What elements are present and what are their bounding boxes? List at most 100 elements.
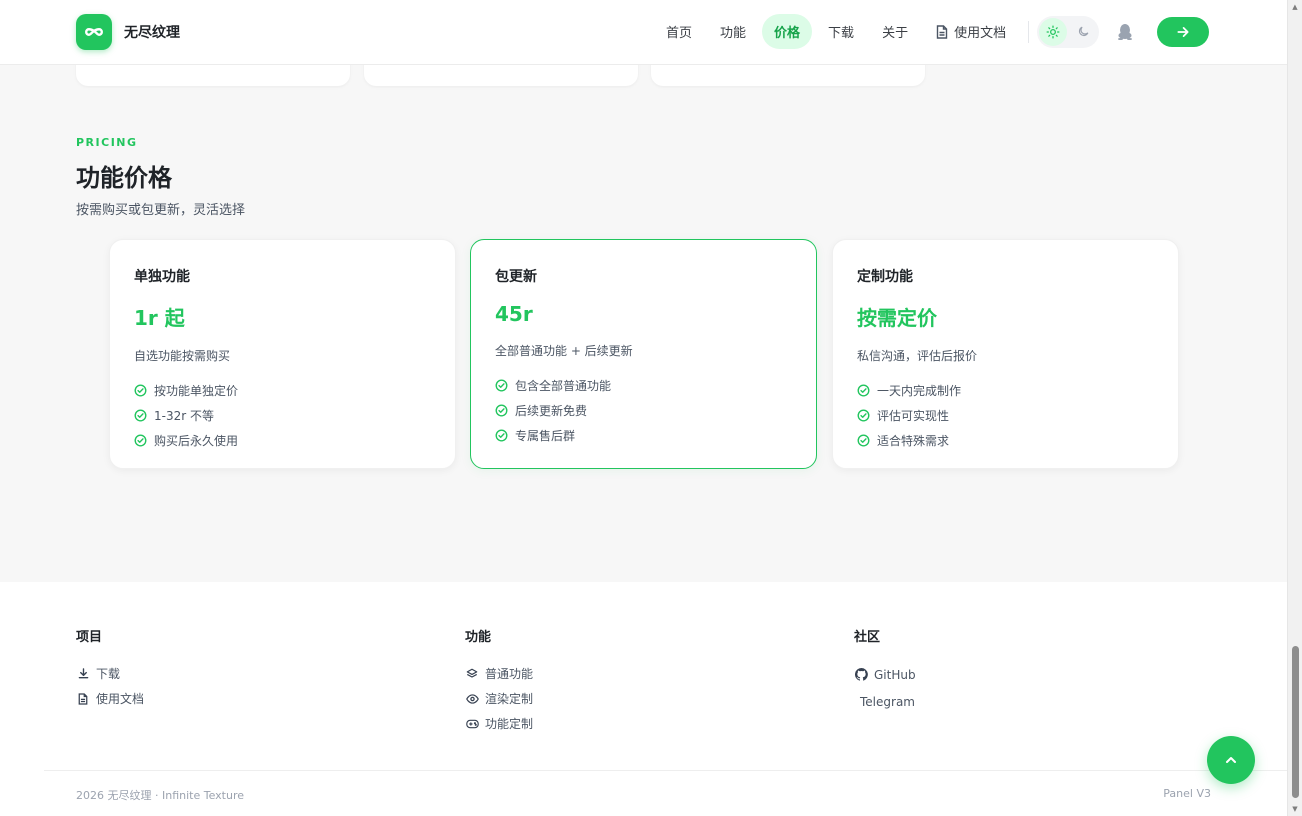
plan-name: 单独功能: [134, 269, 190, 285]
plan-description: 自选功能按需购买: [134, 349, 231, 363]
copyright-text: 2026 无尽纹理 · Infinite Texture: [76, 789, 244, 802]
plan-feature-text: 按功能单独定价: [154, 384, 239, 398]
check-circle-icon: [134, 409, 147, 422]
section-title: 功能价格: [76, 164, 172, 192]
section-subtitle: 按需购买或包更新，灵活选择: [76, 203, 246, 218]
plan-feature-text: 一天内完成制作: [877, 384, 962, 398]
check-circle-icon: [495, 404, 508, 417]
nav-item-download[interactable]: 下载: [816, 14, 866, 49]
plan-feature-text: 包含全部普通功能: [515, 379, 612, 393]
dark-mode-button[interactable]: [1069, 18, 1097, 46]
plan-feature-list: 按功能单独定价 1-32r 不等 购买后永久使用: [134, 378, 431, 453]
nav-docs-label: 使用文档: [954, 26, 1007, 41]
page-scrollbar[interactable]: ▲ ▼: [1287, 0, 1302, 816]
plan-feature-text: 评估可实现性: [877, 409, 950, 423]
check-circle-icon: [495, 379, 508, 392]
footer-link-label: 功能定制: [485, 717, 534, 731]
plan-feature-text: 专属售后群: [515, 429, 576, 443]
moon-icon: [1078, 26, 1088, 37]
plan-feature: 包含全部普通功能: [495, 373, 792, 398]
check-circle-icon: [134, 434, 147, 447]
footer-link-label: GitHub: [874, 667, 916, 682]
footer-link-github[interactable]: GitHub: [854, 661, 916, 688]
footer-link-feature-custom[interactable]: 功能定制: [465, 711, 533, 736]
plan-price: 1r 起: [134, 306, 185, 330]
eye-icon: [465, 693, 479, 704]
check-circle-icon: [495, 429, 508, 442]
plan-feature-list: 一天内完成制作 评估可实现性 适合特殊需求: [857, 378, 1154, 453]
nav-item-features[interactable]: 功能: [708, 14, 758, 49]
plan-feature: 专属售后群: [495, 423, 792, 448]
plan-feature: 1-32r 不等: [134, 403, 431, 428]
plan-feature-text: 后续更新免费: [515, 404, 588, 418]
layers-icon: [465, 668, 479, 680]
footer: 项目 下载 使用文档 功能 普通功能 渲染定制 功能定制 社区 GitHub T…: [0, 582, 1287, 816]
footer-link-telegram[interactable]: Telegram: [854, 688, 916, 715]
plan-description: 全部普通功能 + 后续更新: [495, 344, 633, 358]
main-nav: 首页 功能 价格 下载 关于 使用文档: [654, 14, 1210, 49]
qq-penguin-icon: [1118, 24, 1133, 40]
footer-divider: [44, 770, 1287, 771]
infinity-logo-icon: [76, 14, 112, 50]
document-icon: [936, 24, 948, 39]
pricing-card-custom: 定制功能 按需定价 私信沟通，评估后报价 一天内完成制作 评估可实现性 适合特殊…: [832, 239, 1179, 469]
scrollbar-thumb[interactable]: [1292, 646, 1299, 798]
plan-feature: 后续更新免费: [495, 398, 792, 423]
download-icon: [76, 668, 90, 679]
pricing-card-bundle: 包更新 45r 全部普通功能 + 后续更新 包含全部普通功能 后续更新免费 专属…: [470, 239, 817, 469]
plan-feature: 按功能单独定价: [134, 378, 431, 403]
footer-link-basic-features[interactable]: 普通功能: [465, 661, 533, 686]
footer-heading: 项目: [76, 630, 103, 645]
plan-feature-list: 包含全部普通功能 后续更新免费 专属售后群: [495, 373, 792, 448]
plan-feature: 适合特殊需求: [857, 428, 1154, 453]
check-circle-icon: [857, 434, 870, 447]
footer-column-features: 功能 普通功能 渲染定制 功能定制: [465, 626, 533, 736]
theme-toggle: [1037, 15, 1100, 48]
back-to-top-button[interactable]: [1207, 736, 1255, 784]
footer-heading: 功能: [465, 630, 492, 645]
enter-button[interactable]: [1157, 16, 1210, 47]
github-icon: [854, 668, 868, 681]
footer-link-docs[interactable]: 使用文档: [76, 686, 144, 711]
light-mode-button[interactable]: [1039, 17, 1068, 46]
footer-link-render-custom[interactable]: 渲染定制: [465, 686, 533, 711]
nav-item-home[interactable]: 首页: [654, 14, 704, 49]
check-circle-icon: [857, 384, 870, 397]
scroll-up-arrow-icon[interactable]: ▲: [1291, 3, 1299, 11]
plan-feature: 购买后永久使用: [134, 428, 431, 453]
footer-link-label: 使用文档: [96, 692, 145, 706]
top-navbar: 无尽纹理 首页 功能 价格 下载 关于 使用文档: [0, 0, 1287, 65]
plan-price: 45r: [495, 302, 533, 326]
footer-column-project: 项目 下载 使用文档: [76, 626, 144, 711]
section-eyebrow: PRICING: [76, 136, 138, 149]
footer-link-download[interactable]: 下载: [76, 661, 144, 686]
nav-divider: [1028, 20, 1030, 43]
sun-icon: [1046, 25, 1060, 38]
brand[interactable]: 无尽纹理: [76, 14, 180, 50]
plan-feature-text: 1-32r 不等: [154, 409, 214, 423]
plan-feature: 评估可实现性: [857, 403, 1154, 428]
plan-feature-text: 购买后永久使用: [154, 434, 239, 448]
brand-name: 无尽纹理: [124, 25, 180, 41]
plan-feature-text: 适合特殊需求: [877, 434, 950, 448]
arrow-right-icon: [1177, 26, 1189, 37]
check-circle-icon: [857, 409, 870, 422]
plan-feature: 一天内完成制作: [857, 378, 1154, 403]
plan-price: 按需定价: [857, 306, 937, 330]
nav-item-pricing[interactable]: 价格: [762, 14, 813, 49]
plan-description: 私信沟通，评估后报价: [857, 349, 978, 363]
footer-link-label: Telegram: [860, 694, 915, 709]
check-circle-icon: [134, 384, 147, 397]
footer-link-label: 下载: [96, 667, 121, 681]
footer-heading: 社区: [854, 630, 881, 645]
plan-name: 定制功能: [857, 269, 913, 285]
version-text: Panel V3: [1163, 787, 1211, 800]
document-icon: [76, 692, 90, 705]
gamepad-icon: [465, 719, 479, 729]
pricing-card-single: 单独功能 1r 起 自选功能按需购买 按功能单独定价 1-32r 不等 购买后永…: [109, 239, 456, 469]
nav-item-docs[interactable]: 使用文档: [924, 14, 1018, 49]
footer-column-community: 社区 GitHub Telegram: [854, 626, 916, 715]
qq-button[interactable]: [1107, 16, 1143, 48]
nav-item-about[interactable]: 关于: [870, 14, 920, 49]
scroll-down-arrow-icon[interactable]: ▼: [1291, 805, 1299, 813]
